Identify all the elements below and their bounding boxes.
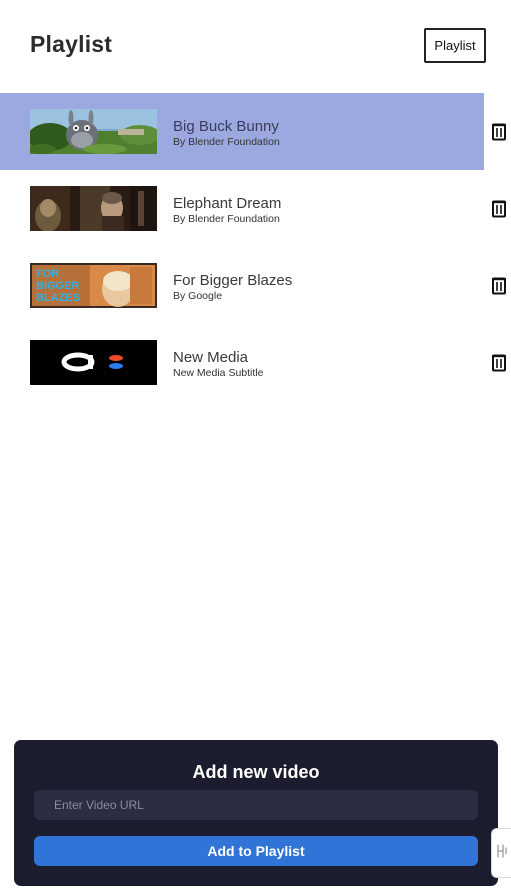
video-url-input[interactable] [34, 790, 478, 820]
handwave-icon [495, 842, 509, 865]
video-title: New Media [173, 349, 249, 366]
add-video-title: Add new video [192, 762, 320, 782]
playlist-item-big-buck-bunny[interactable]: Big Buck Bunny By Blender Foundation [0, 93, 511, 170]
add-to-playlist-button[interactable]: Add to Playlist [34, 836, 478, 866]
trash-icon[interactable] [490, 123, 508, 141]
playlist-item-for-bigger-blazes[interactable]: FOR BIGGER BLAZES For Bigger Blazes By G… [0, 247, 511, 324]
trash-icon[interactable] [490, 354, 508, 372]
video-title: Big Buck Bunny [173, 118, 279, 135]
video-subtitle: By Blender Foundation [173, 213, 280, 225]
playlist-app: Playlist Playlist Big Buck Bunny By Blen… [0, 0, 511, 890]
video-thumbnail [30, 186, 157, 231]
playlist-item-elephant-dream[interactable]: Elephant Dream By Blender Foundation [0, 170, 511, 247]
page-title: Playlist [30, 31, 113, 57]
video-title: For Bigger Blazes [173, 272, 293, 289]
video-thumbnail: FOR BIGGER BLAZES [30, 263, 157, 308]
playlist-list: Big Buck Bunny By Blender Foundation Ele… [0, 93, 511, 401]
playlist-button[interactable]: Playlist [424, 28, 486, 63]
video-subtitle: New Media Subtitle [173, 367, 264, 379]
video-thumbnail [30, 109, 157, 154]
video-subtitle: By Google [173, 290, 223, 302]
trash-icon[interactable] [490, 200, 508, 218]
add-video-panel: Add new video Add to Playlist [14, 740, 498, 886]
side-tab[interactable] [491, 828, 511, 878]
svg-text:BLAZES: BLAZES [36, 292, 80, 304]
video-subtitle: By Blender Foundation [173, 136, 280, 148]
header: Playlist Playlist [0, 0, 511, 92]
svg-text:FOR: FOR [36, 268, 59, 280]
trash-icon[interactable] [490, 277, 508, 295]
svg-text:BIGGER: BIGGER [36, 280, 79, 292]
playlist-item-new-media[interactable]: New Media New Media Subtitle [0, 324, 511, 401]
video-title: Elephant Dream [173, 195, 282, 212]
video-thumbnail [30, 340, 157, 385]
